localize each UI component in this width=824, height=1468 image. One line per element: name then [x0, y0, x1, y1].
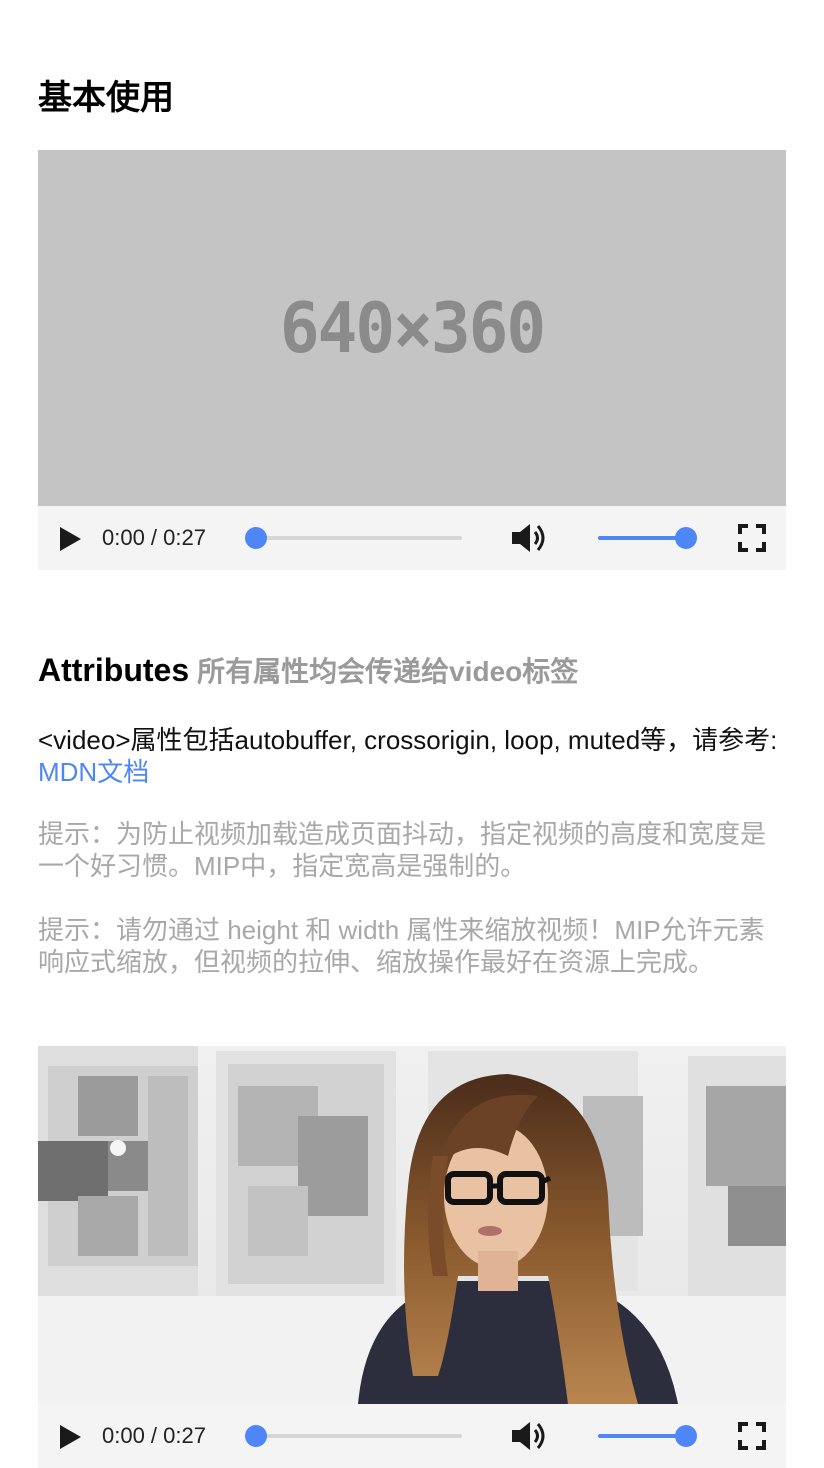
tip-dimensions: 提示：为防止视频加载造成页面抖动，指定视频的高度和宽度是一个好习惯。MIP中，指…: [38, 819, 767, 881]
volume-thumb[interactable]: [675, 1425, 697, 1447]
attributes-subtitle: 所有属性均会传递给video标签: [197, 656, 579, 687]
video-controls: 0:00 / 0:27: [38, 1404, 786, 1468]
video-poster-placeholder[interactable]: 640×360: [38, 150, 786, 506]
fullscreen-icon[interactable]: [738, 1422, 766, 1450]
time-display: 0:00 / 0:27: [102, 1423, 206, 1448]
poster-photo-illustration: [38, 1046, 786, 1404]
attributes-title: Attributes: [38, 652, 190, 688]
fullscreen-icon[interactable]: [738, 524, 766, 552]
video-poster-image[interactable]: [38, 1046, 786, 1404]
page: 基本使用 640×360 0:00 / 0:27 Attributes 所有属性…: [0, 0, 824, 1468]
play-icon[interactable]: [60, 1425, 81, 1449]
poster-size-text: 640×360: [279, 287, 546, 369]
section-title-basic: 基本使用: [38, 79, 174, 117]
progress-thumb[interactable]: [245, 527, 267, 549]
video-player-basic[interactable]: 640×360 0:00 / 0:27: [38, 150, 786, 570]
video-controls: 0:00 / 0:27: [38, 506, 786, 570]
progress-slider[interactable]: [245, 1425, 462, 1447]
speaker-icon[interactable]: [510, 1419, 550, 1453]
tip-scaling: 提示：请勿通过 height 和 width 属性来缩放视频！MIP允许元素响应…: [38, 915, 765, 977]
time-display: 0:00 / 0:27: [102, 525, 206, 550]
volume-fill: [598, 536, 686, 540]
attributes-description-text: <video>属性包括autobuffer, crossorigin, loop…: [38, 725, 778, 755]
volume-slider[interactable]: [598, 1425, 697, 1447]
attributes-heading: Attributes 所有属性均会传递给video标签: [38, 648, 578, 694]
volume-thumb[interactable]: [675, 527, 697, 549]
mdn-docs-link[interactable]: MDN文档: [38, 757, 149, 787]
speaker-icon[interactable]: [510, 521, 550, 555]
attributes-description: <video>属性包括autobuffer, crossorigin, loop…: [38, 724, 778, 788]
volume-fill: [598, 1434, 686, 1438]
volume-slider[interactable]: [598, 527, 697, 549]
play-icon[interactable]: [60, 527, 81, 551]
progress-thumb[interactable]: [245, 1425, 267, 1447]
video-player-poster[interactable]: 0:00 / 0:27: [38, 1046, 786, 1468]
progress-slider[interactable]: [245, 527, 462, 549]
